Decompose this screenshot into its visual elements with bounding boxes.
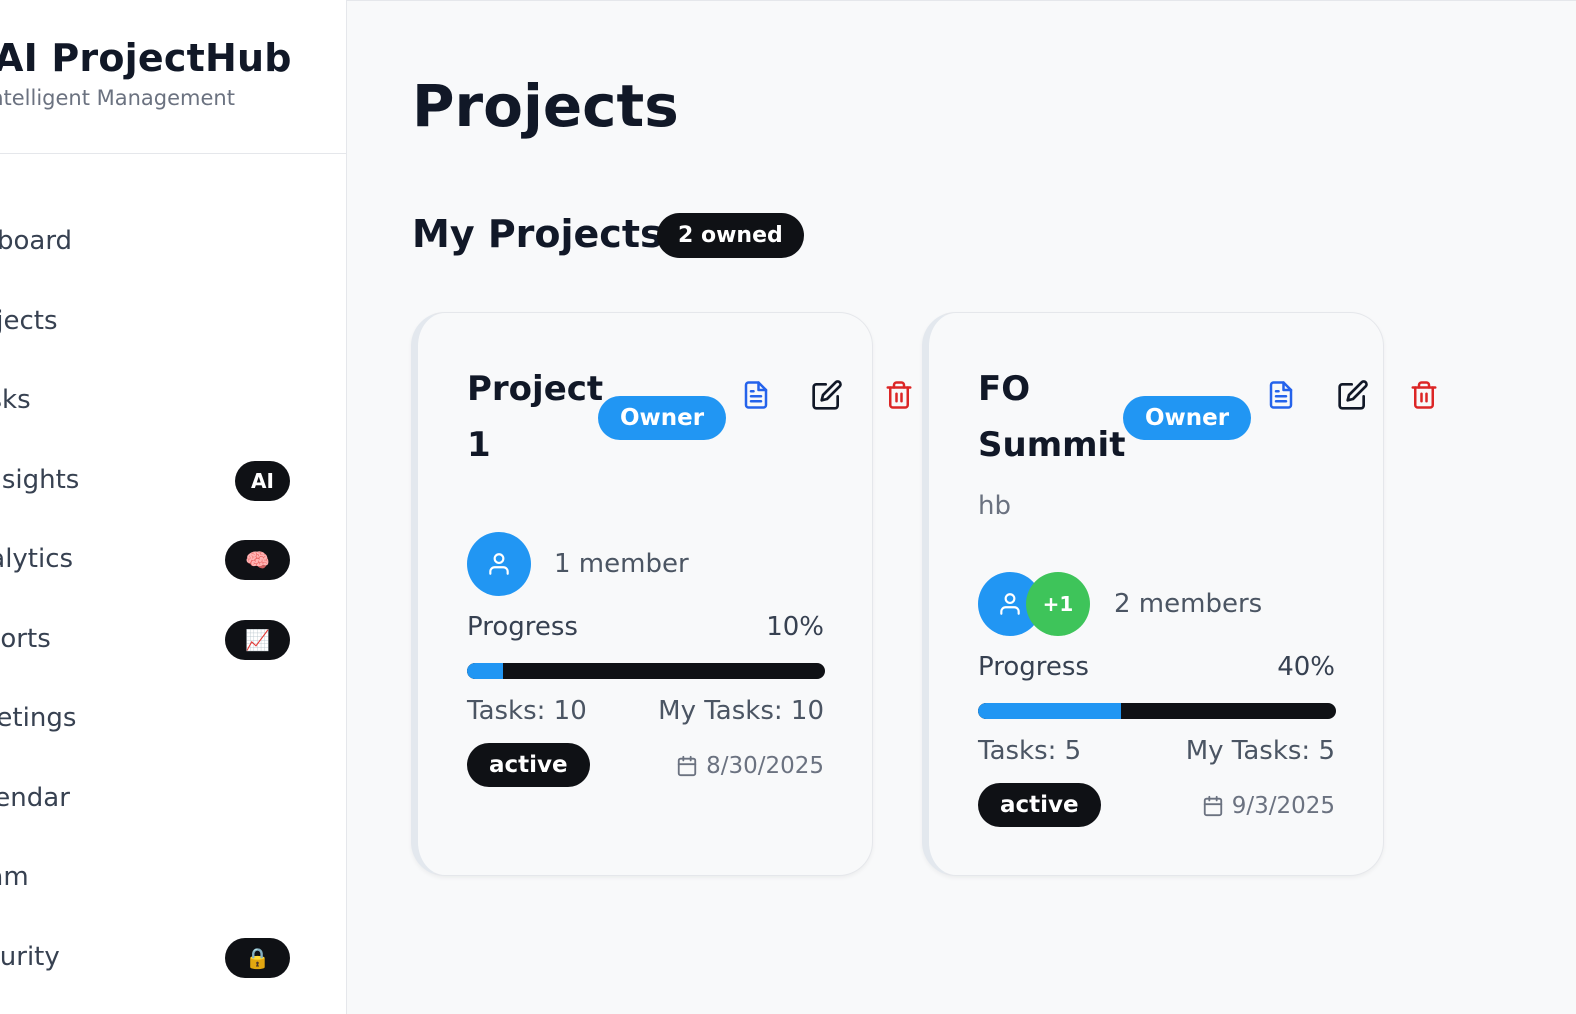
file-text-icon[interactable] — [1261, 375, 1301, 415]
project-card[interactable]: Project 1 Owner 1 member Progress 10% Ta… — [411, 312, 912, 876]
sidebar-nav: Dashboard Projects Tasks AI Insights AI … — [0, 202, 346, 998]
sidebar-item-label: AI Insights — [0, 464, 80, 495]
project-title: FO Summit — [978, 369, 1126, 465]
sidebar-item-team[interactable]: Team — [0, 838, 346, 918]
sidebar-item-security[interactable]: Security 🔒 — [0, 918, 346, 998]
sidebar: AI ProjectHub Intelligent Management Das… — [0, 0, 347, 1014]
progress-percent: 40% — [1277, 652, 1335, 682]
calendar-icon — [1203, 795, 1222, 817]
edit-icon[interactable] — [1333, 375, 1373, 415]
member-count: 1 member — [554, 549, 689, 579]
sidebar-item-dashboard[interactable]: Dashboard — [0, 202, 346, 282]
edit-icon[interactable] — [807, 375, 847, 415]
project-card[interactable]: FO Summit Owner hb +1 2 members Progress… — [922, 312, 1437, 876]
my-tasks-count: My Tasks: 10 — [658, 696, 824, 726]
chart-up-icon: 📈 — [225, 619, 290, 660]
trash-icon[interactable] — [879, 375, 919, 415]
sidebar-item-label: Projects — [0, 305, 58, 336]
brand-title: AI ProjectHub — [0, 36, 292, 80]
owned-count-badge: 2 owned — [657, 213, 804, 258]
page-title: Projects — [412, 72, 679, 140]
sidebar-item-tasks[interactable]: Tasks — [0, 361, 346, 441]
project-date: 8/30/2025 — [676, 753, 824, 779]
status-badge: active — [978, 783, 1101, 827]
sidebar-item-label: Dashboard — [0, 226, 73, 256]
sidebar-item-projects[interactable]: Projects — [0, 282, 346, 362]
progress-fill — [978, 703, 1122, 719]
member-avatars: +1 — [978, 572, 1090, 636]
sidebar-item-label: Meetings — [0, 703, 77, 733]
ai-badge: AI — [235, 460, 290, 501]
project-title: Project 1 — [467, 369, 604, 465]
role-badge: Owner — [1123, 396, 1252, 440]
file-text-icon[interactable] — [736, 375, 776, 415]
lock-icon: 🔒 — [225, 937, 290, 978]
date-text: 9/3/2025 — [1231, 793, 1335, 819]
user-icon — [467, 532, 531, 596]
my-tasks-count: My Tasks: 5 — [1185, 736, 1335, 766]
progress-percent: 10% — [766, 612, 824, 642]
member-count: 2 members — [1114, 589, 1263, 619]
date-text: 8/30/2025 — [706, 753, 824, 779]
sidebar-item-ai-insights[interactable]: AI Insights AI — [0, 441, 346, 521]
main-top-border — [347, 0, 1576, 1]
sidebar-divider — [0, 153, 346, 154]
progress-label: Progress — [978, 652, 1089, 682]
trash-icon[interactable] — [1404, 375, 1444, 415]
brain-icon: 🧠 — [225, 540, 290, 580]
sidebar-item-label: Tasks — [0, 385, 31, 415]
tasks-count: Tasks: 5 — [978, 736, 1082, 766]
member-avatars — [467, 532, 531, 596]
calendar-icon — [677, 755, 697, 777]
sidebar-item-label: Calendar — [0, 782, 70, 813]
status-badge: active — [467, 743, 590, 787]
sidebar-item-label: Reports — [0, 623, 51, 654]
tasks-count: Tasks: 10 — [467, 696, 587, 726]
extra-members-avatar: +1 — [1026, 572, 1090, 636]
sidebar-item-label: Analytics — [0, 544, 74, 574]
sidebar-item-reports[interactable]: Reports 📈 — [0, 600, 346, 680]
project-description: hb — [978, 491, 1011, 521]
role-badge: Owner — [598, 396, 727, 440]
sidebar-item-label: Team — [0, 862, 29, 892]
sidebar-item-calendar[interactable]: Calendar — [0, 759, 346, 839]
progress-fill — [467, 663, 503, 679]
brand-subtitle: Intelligent Management — [0, 86, 235, 110]
sidebar-item-label: Security — [0, 941, 60, 972]
project-date: 9/3/2025 — [1202, 793, 1335, 819]
section-title: My Projects — [412, 212, 663, 256]
progress-bar — [467, 663, 825, 679]
progress-bar — [978, 703, 1336, 719]
sidebar-item-meetings[interactable]: Meetings — [0, 679, 346, 759]
sidebar-item-analytics[interactable]: Analytics 🧠 — [0, 520, 346, 600]
brand: AI ProjectHub Intelligent Management — [0, 36, 292, 110]
progress-label: Progress — [467, 612, 578, 642]
